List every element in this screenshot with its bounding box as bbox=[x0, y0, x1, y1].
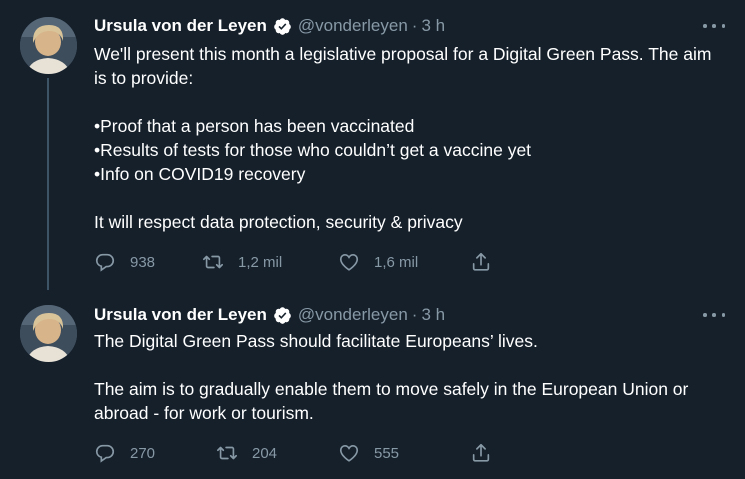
reply-count: 270 bbox=[130, 444, 156, 462]
timestamp[interactable]: 3 h bbox=[421, 305, 445, 325]
tweet-text: We'll present this month a legislative p… bbox=[94, 44, 712, 232]
share-icon bbox=[472, 252, 490, 271]
more-options-icon[interactable] bbox=[703, 18, 725, 34]
verified-badge-icon bbox=[274, 306, 291, 324]
separator-dot: · bbox=[411, 16, 418, 35]
reply-count: 938 bbox=[130, 253, 156, 271]
like-button[interactable]: 1,6 mil bbox=[338, 250, 418, 274]
retweet-count: 204 bbox=[252, 444, 278, 462]
more-options-icon[interactable] bbox=[703, 307, 725, 323]
tweet[interactable]: Ursula von der Leyen @vonderleyen · 3 h … bbox=[0, 287, 745, 479]
retweet-icon bbox=[203, 255, 223, 269]
like-count: 1,6 mil bbox=[374, 253, 419, 271]
retweet-icon bbox=[217, 446, 237, 460]
avatar[interactable] bbox=[20, 305, 77, 362]
retweet-button[interactable]: 204 bbox=[216, 441, 277, 465]
reply-icon bbox=[95, 253, 115, 272]
like-icon bbox=[339, 445, 359, 462]
tweet-header: Ursula von der Leyen @vonderleyen · 3 h bbox=[94, 304, 445, 326]
author-name[interactable]: Ursula von der Leyen bbox=[94, 305, 267, 325]
like-icon bbox=[339, 254, 359, 271]
tweet-actions: 938 1,2 mil 1,6 mil bbox=[94, 250, 514, 274]
reply-button[interactable]: 938 bbox=[94, 250, 155, 274]
retweet-count: 1,2 mil bbox=[238, 253, 283, 271]
verified-badge-icon bbox=[274, 17, 291, 35]
share-icon bbox=[472, 443, 490, 462]
like-count: 555 bbox=[374, 444, 400, 462]
like-button[interactable]: 555 bbox=[338, 441, 399, 465]
author-handle[interactable]: @vonderleyen bbox=[298, 16, 408, 36]
author-name[interactable]: Ursula von der Leyen bbox=[94, 16, 267, 36]
tweet-text: The Digital Green Pass should facilitate… bbox=[94, 331, 689, 423]
author-handle[interactable]: @vonderleyen bbox=[298, 305, 408, 325]
separator-dot: · bbox=[411, 305, 418, 324]
reply-button[interactable]: 270 bbox=[94, 441, 155, 465]
share-button[interactable] bbox=[470, 441, 492, 465]
timestamp[interactable]: 3 h bbox=[421, 16, 445, 36]
retweet-button[interactable]: 1,2 mil bbox=[202, 250, 282, 274]
avatar[interactable] bbox=[20, 17, 77, 74]
tweet[interactable]: Ursula von der Leyen @vonderleyen · 3 h … bbox=[0, 0, 745, 290]
tweet-actions: 270 204 555 bbox=[94, 441, 514, 465]
thread-connector bbox=[47, 78, 49, 290]
reply-icon bbox=[95, 444, 115, 463]
share-button[interactable] bbox=[470, 250, 492, 274]
tweet-header: Ursula von der Leyen @vonderleyen · 3 h bbox=[94, 15, 445, 37]
